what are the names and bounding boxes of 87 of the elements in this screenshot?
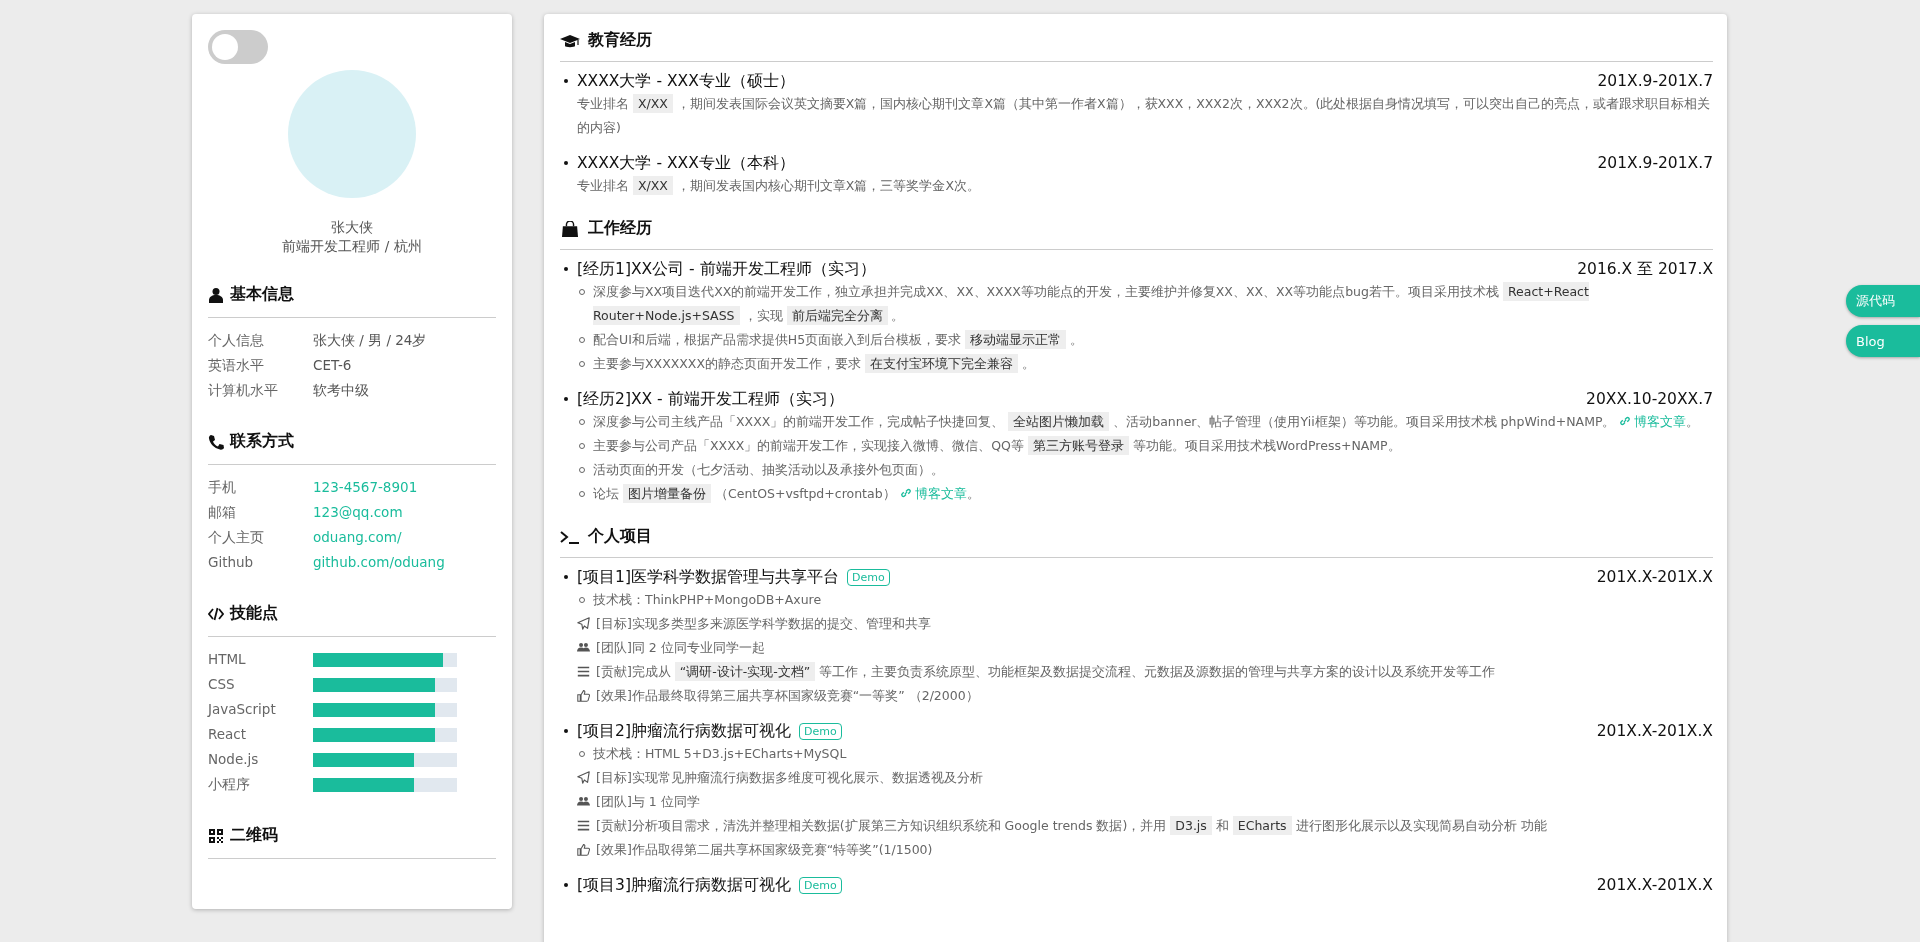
info-label: 英语水平 [208, 356, 265, 375]
detail-text: [团队]同 2 位同专业同学一起 [596, 639, 765, 657]
entry-date: 201X.9-201X.7 [1597, 153, 1713, 174]
info-label: Github [208, 553, 255, 572]
detail-text: [目标]实现常见肿瘤流行病数据多维度可视化展示、数据透视及分析 [596, 769, 983, 787]
detail-text: [贡献]分析项目需求，清洗并整理相关数据(扩展第三方知识组织系统和 Google trends 数据)，并用 D3.js 和 ECharts 进行图形化展示以及实现简易自动分析 功能 [596, 815, 1547, 837]
graduation-cap-icon [560, 32, 580, 49]
demo-link[interactable]: Demo [846, 568, 890, 586]
thumbs-up-icon [577, 843, 590, 856]
paper-plane-icon [577, 617, 590, 630]
detail-text: [效果]作品最终取得第三届共享杯国家级竞赛“一等奖” （2/2000） [596, 687, 979, 705]
info-label: 计算机水平 [208, 381, 279, 400]
entry-date: 201X.9-201X.7 [1597, 71, 1713, 92]
skill-label: CSS [208, 675, 236, 694]
side-tab[interactable]: 源代码 [1846, 285, 1920, 317]
paper-plane-icon [577, 771, 590, 784]
code-icon [208, 605, 224, 622]
info-label: 个人主页 [208, 528, 265, 547]
detail-text: 技术栈：ThinkPHP+MongoDB+Axure [593, 591, 822, 609]
info-label: 邮箱 [208, 503, 237, 522]
entry-date: 201X.X-201X.X [1596, 721, 1713, 742]
detail-text: [目标]实现多类型多来源医学科学数据的提交、管理和共享 [596, 615, 931, 633]
detail-text: 论坛 图片增量备份 （CentOS+vsftpd+crontab） 博客文章。 [593, 483, 980, 505]
demo-link[interactable]: Demo [798, 722, 842, 740]
profile-name: 张大侠 [330, 218, 374, 237]
entry-date: 20XX.10-20XX.7 [1586, 389, 1713, 410]
link-icon [1619, 415, 1632, 427]
thumbs-up-icon [577, 689, 590, 702]
detail-text: 活动页面的开发（七夕活动、抽奖活动以及承接外包页面）。 [593, 461, 944, 479]
contact-link[interactable]: 123-4567-8901 [313, 475, 418, 500]
entry-title: XXXX大学 - XXX专业（本科） [577, 153, 795, 174]
user-icon [208, 286, 224, 303]
section-title: 教育经历 [588, 30, 652, 51]
entry-title: [项目3]肿瘤流行病数据可视化 [577, 875, 791, 896]
entry-title: [经历2]XX - 前端开发工程师（实习） [577, 389, 844, 410]
bag-icon [560, 220, 580, 237]
skill-label: Node.js [208, 750, 260, 769]
skill-label: 小程序 [208, 775, 251, 794]
phone-icon [208, 433, 224, 450]
entry-description: 专业排名 X/XX ，期间发表国际会议英文摘要X篇，国内核心期刊文章X篇（其中第一作者X篇），获XXX，XXX2次，XXX2次。(此处根据自身情况填写，可以突出自己的亮点，或者跟求职目标相关的内容) [576, 93, 1712, 137]
users-icon [577, 795, 590, 808]
skill-label: JavaScript [208, 700, 277, 719]
entry-title: [经历1]XX公司 - 前端开发工程师（实习） [577, 259, 876, 280]
detail-text: 配合UI和后端，根据产品需求提供H5页面嵌入到后台模板，要求 移动端显示正常 。 [593, 329, 1084, 351]
detail-text: [团队]与 1 位同学 [596, 793, 700, 811]
terminal-icon [560, 528, 580, 545]
section-title: 技能点 [230, 603, 278, 624]
entry-date: 201X.X-201X.X [1596, 875, 1713, 896]
section-title: 工作经历 [588, 218, 652, 239]
detail-text: 深度参与XX项目迭代XX的前端开发工作，独立承担并完成XX、XX、XXXX等功能点的开发，主要维护并修复XX、XX、XX等功能点bug若干。项目采用技术栈 React+React Router+Node.js+SASS ，实现 前后端完全分离 。 [593, 281, 1590, 327]
entry-date: 201X.X-201X.X [1596, 567, 1713, 588]
entry-description: 专业排名 X/XX ，期间发表国内核心期刊文章X篇，三等奖学金X次。 [576, 175, 981, 197]
section-title: 联系方式 [230, 431, 294, 452]
skill-label: React [208, 725, 248, 744]
demo-link[interactable]: Demo [798, 876, 842, 894]
info-label: 个人信息 [208, 331, 265, 350]
entry-title: XXXX大学 - XXX专业（硕士） [577, 71, 795, 92]
entry-title: [项目2]肿瘤流行病数据可视化 [577, 721, 791, 742]
profile-title: 前端开发工程师 / 杭州 [281, 237, 423, 256]
contact-link[interactable]: github.com/oduang [313, 550, 445, 575]
detail-text: 技术栈：HTML 5+D3.js+ECharts+MySQL [593, 745, 847, 763]
info-value: 软考中级 [313, 381, 369, 400]
detail-text: [贡献]完成从 “调研-设计-实现-文档” 等工作，主要负责系统原型、功能框架及数据提交流程、元数据及源数据的管理与共享方案的设计以及系统开发等工作 [596, 661, 1496, 683]
blog-link[interactable]: 博客文章 [1619, 414, 1687, 429]
contact-link[interactable]: 123@qq.com [313, 500, 403, 525]
qrcode-icon [208, 827, 224, 844]
users-icon [577, 641, 590, 654]
entry-title: [项目1]医学科学数据管理与共享平台 [577, 567, 839, 588]
link-icon [899, 487, 912, 499]
contact-link[interactable]: oduang.com/ [313, 525, 402, 550]
info-label: 手机 [208, 478, 237, 497]
info-value: CET-6 [313, 356, 352, 375]
detail-text: 主要参与XXXXXXX的静态页面开发工作，要求 在支付宝环境下完全兼容 。 [593, 353, 1035, 375]
section-title: 二维码 [230, 825, 278, 846]
detail-text: 深度参与公司主线产品「XXXX」的前端开发工作，完成帖子快捷回复、 全站图片懒加载 、活动banner、帖子管理（使用Yii框架）等功能。项目采用技术栈 phpWind+NAMP。 博客文章。 [593, 411, 1700, 433]
detail-text: 主要参与公司产品「XXXX」的前端开发工作，实现接入微博、微信、QQ等 第三方账号登录 等功能。项目采用技术栈WordPress+NAMP。 [593, 435, 1401, 457]
detail-text: [效果]作品取得第二届共享杯国家级竞赛“特等奖”(1/1500) [596, 841, 933, 859]
info-value: 张大侠 / 男 / 24岁 [313, 331, 427, 350]
side-tab[interactable]: Blog [1846, 325, 1920, 357]
list-icon [577, 819, 590, 832]
toggle-switch[interactable] [208, 30, 268, 64]
skill-label: HTML [208, 650, 247, 669]
list-icon [577, 665, 590, 678]
entry-date: 2016.X 至 2017.X [1577, 259, 1713, 280]
blog-link[interactable]: 博客文章 [899, 486, 967, 501]
section-title: 个人项目 [588, 526, 652, 547]
section-title: 基本信息 [230, 284, 294, 305]
